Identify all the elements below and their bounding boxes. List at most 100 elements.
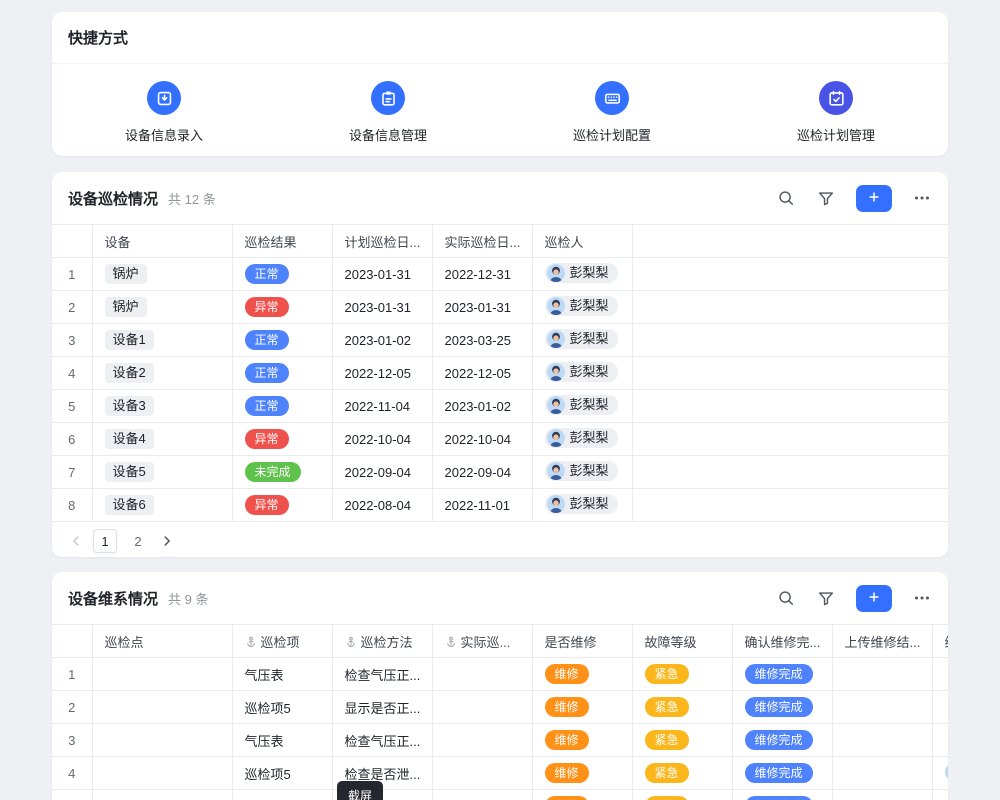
upload-cell[interactable]	[832, 790, 932, 800]
repair-cell[interactable]: 维修	[532, 724, 632, 757]
column-header[interactable]: 实际巡...	[432, 625, 532, 658]
point-cell[interactable]	[92, 658, 232, 691]
planned-date-cell[interactable]: 2023-01-31	[332, 258, 432, 291]
device-cell[interactable]: 设备4	[92, 423, 232, 456]
confirm-cell[interactable]: 维修完成	[732, 691, 832, 724]
extra-cell[interactable]	[932, 658, 948, 691]
upload-cell[interactable]	[832, 658, 932, 691]
shortcut-item-2[interactable]: 设备信息管理	[308, 81, 468, 144]
column-header[interactable]: 巡检人	[532, 225, 632, 258]
column-header[interactable]: 上传维修结...	[832, 625, 932, 658]
upload-cell[interactable]	[832, 757, 932, 790]
column-header[interactable]: 是否维修	[532, 625, 632, 658]
result-cell[interactable]: 异常	[232, 489, 332, 522]
confirm-cell[interactable]: 维修完成	[732, 790, 832, 800]
device-cell[interactable]: 设备5	[92, 456, 232, 489]
result-cell[interactable]: 异常	[232, 291, 332, 324]
planned-date-cell[interactable]: 2022-08-04	[332, 489, 432, 522]
more-icon[interactable]	[912, 588, 932, 608]
extra-cell[interactable]	[932, 757, 948, 790]
device-cell[interactable]: 锅炉	[92, 291, 232, 324]
method-cell[interactable]: 检查气压正...	[332, 658, 432, 691]
column-header[interactable]: 设备	[92, 225, 232, 258]
repair-cell[interactable]: 维修	[532, 757, 632, 790]
device-cell[interactable]: 设备6	[92, 489, 232, 522]
method-cell[interactable]: 检查气压正...	[332, 724, 432, 757]
planned-date-cell[interactable]: 2022-11-04	[332, 390, 432, 423]
item-cell[interactable]: 巡检项5	[232, 790, 332, 800]
add-record-button[interactable]	[856, 585, 892, 612]
search-icon[interactable]	[776, 188, 796, 208]
actual-date-cell[interactable]: 2022-12-05	[432, 357, 532, 390]
point-cell[interactable]	[92, 691, 232, 724]
extra-cell[interactable]	[932, 691, 948, 724]
inspector-cell[interactable]: 彭梨梨	[532, 258, 632, 291]
extra-cell[interactable]	[932, 790, 948, 800]
column-header[interactable]: 确认维修完...	[732, 625, 832, 658]
item-cell[interactable]: 巡检项5	[232, 757, 332, 790]
column-header[interactable]: 计划巡检日...	[332, 225, 432, 258]
column-header[interactable]: 巡检点	[92, 625, 232, 658]
planned-date-cell[interactable]: 2023-01-02	[332, 324, 432, 357]
actual-date-cell[interactable]: 2023-01-31	[432, 291, 532, 324]
planned-date-cell[interactable]: 2023-01-31	[332, 291, 432, 324]
result-cell[interactable]: 异常	[232, 423, 332, 456]
point-cell[interactable]	[92, 724, 232, 757]
repair-cell[interactable]: 维修	[532, 790, 632, 800]
shortcut-item-1[interactable]: 设备信息录入	[84, 81, 244, 144]
actual-date-cell[interactable]: 2023-03-25	[432, 324, 532, 357]
shortcut-item-4[interactable]: 巡检计划管理	[756, 81, 916, 144]
column-header[interactable]: 故障等级	[632, 625, 732, 658]
fault-level-cell[interactable]: 紧急	[632, 757, 732, 790]
device-cell[interactable]: 设备2	[92, 357, 232, 390]
item-cell[interactable]: 气压表	[232, 724, 332, 757]
actual-inspection-cell[interactable]	[432, 790, 532, 800]
result-cell[interactable]: 正常	[232, 324, 332, 357]
planned-date-cell[interactable]: 2022-09-04	[332, 456, 432, 489]
column-header[interactable]: 实际巡检日...	[432, 225, 532, 258]
result-cell[interactable]: 正常	[232, 390, 332, 423]
confirm-cell[interactable]: 维修完成	[732, 658, 832, 691]
extra-cell[interactable]	[932, 724, 948, 757]
device-cell[interactable]: 设备1	[92, 324, 232, 357]
result-cell[interactable]: 正常	[232, 357, 332, 390]
column-header[interactable]: 巡检方法	[332, 625, 432, 658]
column-header[interactable]: 维...	[932, 625, 948, 658]
filter-icon[interactable]	[816, 188, 836, 208]
inspector-cell[interactable]: 彭梨梨	[532, 456, 632, 489]
actual-inspection-cell[interactable]	[432, 757, 532, 790]
device-cell[interactable]: 设备3	[92, 390, 232, 423]
inspector-cell[interactable]: 彭梨梨	[532, 423, 632, 456]
page-button-2[interactable]: 2	[126, 529, 150, 553]
result-cell[interactable]: 正常	[232, 258, 332, 291]
actual-date-cell[interactable]: 2023-01-02	[432, 390, 532, 423]
actual-date-cell[interactable]: 2022-09-04	[432, 456, 532, 489]
planned-date-cell[interactable]: 2022-12-05	[332, 357, 432, 390]
add-record-button[interactable]	[856, 185, 892, 212]
actual-inspection-cell[interactable]	[432, 658, 532, 691]
upload-cell[interactable]	[832, 724, 932, 757]
column-header[interactable]: 巡检结果	[232, 225, 332, 258]
method-cell[interactable]: 显示是否正...	[332, 691, 432, 724]
fault-level-cell[interactable]: 紧急	[632, 790, 732, 800]
filter-icon[interactable]	[816, 588, 836, 608]
actual-date-cell[interactable]: 2022-12-31	[432, 258, 532, 291]
actual-date-cell[interactable]: 2022-10-04	[432, 423, 532, 456]
next-page-icon[interactable]	[159, 533, 175, 549]
fault-level-cell[interactable]: 紧急	[632, 724, 732, 757]
point-cell[interactable]	[92, 790, 232, 800]
item-cell[interactable]: 巡检项5	[232, 691, 332, 724]
repair-cell[interactable]: 维修	[532, 691, 632, 724]
device-cell[interactable]: 锅炉	[92, 258, 232, 291]
fault-level-cell[interactable]: 紧急	[632, 691, 732, 724]
inspector-cell[interactable]: 彭梨梨	[532, 489, 632, 522]
inspector-cell[interactable]: 彭梨梨	[532, 291, 632, 324]
actual-date-cell[interactable]: 2022-11-01	[432, 489, 532, 522]
result-cell[interactable]: 未完成	[232, 456, 332, 489]
more-icon[interactable]	[912, 188, 932, 208]
inspector-cell[interactable]: 彭梨梨	[532, 324, 632, 357]
shortcut-item-3[interactable]: 巡检计划配置	[532, 81, 692, 144]
column-header[interactable]: 巡检项	[232, 625, 332, 658]
item-cell[interactable]: 气压表	[232, 658, 332, 691]
inspector-cell[interactable]: 彭梨梨	[532, 390, 632, 423]
